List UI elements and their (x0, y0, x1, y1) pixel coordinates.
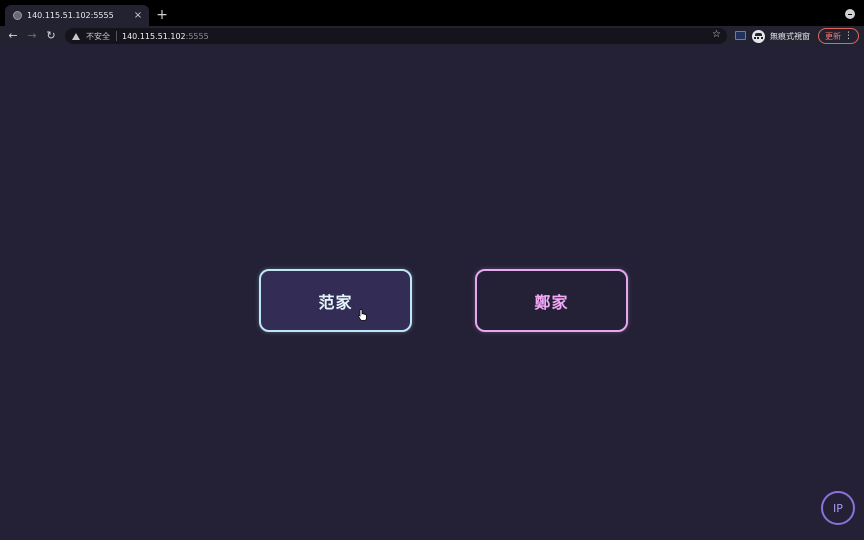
update-label: 更新 (825, 31, 841, 41)
address-bar[interactable]: 不安全 140.115.51.102:5555 ☆ (65, 28, 727, 44)
new-tab-button[interactable]: + (154, 7, 170, 23)
back-button[interactable]: ← (5, 28, 21, 44)
warning-icon[interactable] (72, 32, 80, 40)
tab-search-icon[interactable] (845, 9, 855, 19)
browser-tab[interactable]: 140.115.51.102:5555 × (5, 5, 149, 26)
security-label[interactable]: 不安全 (86, 31, 110, 42)
bookmark-star-icon[interactable]: ☆ (712, 29, 721, 40)
extension-icon[interactable] (735, 31, 746, 40)
hand-cursor-icon (358, 309, 367, 321)
update-button[interactable]: 更新 ⋮ (818, 28, 859, 44)
zheng-family-button[interactable]: 鄭家 (475, 269, 628, 332)
url-host: 140.115.51.102 (122, 31, 186, 41)
incognito-indicator[interactable]: 無痕式視窗 (752, 28, 810, 44)
ip-button[interactable]: IP (821, 491, 855, 525)
tab-title: 140.115.51.102:5555 (27, 11, 114, 20)
incognito-label: 無痕式視窗 (770, 31, 810, 41)
globe-icon (13, 11, 22, 20)
reload-button[interactable]: ↻ (43, 28, 59, 44)
tab-strip: 140.115.51.102:5555 × + (0, 0, 864, 26)
tab-close-button[interactable]: × (131, 10, 145, 21)
page-viewport: 范家 鄭家 IP (0, 46, 864, 540)
fan-family-button[interactable]: 范家 (259, 269, 412, 332)
forward-button[interactable]: → (24, 28, 40, 44)
kebab-menu-icon: ⋮ (844, 31, 853, 41)
url-port: :5555 (185, 31, 209, 41)
incognito-icon (752, 29, 765, 43)
divider (116, 31, 117, 41)
